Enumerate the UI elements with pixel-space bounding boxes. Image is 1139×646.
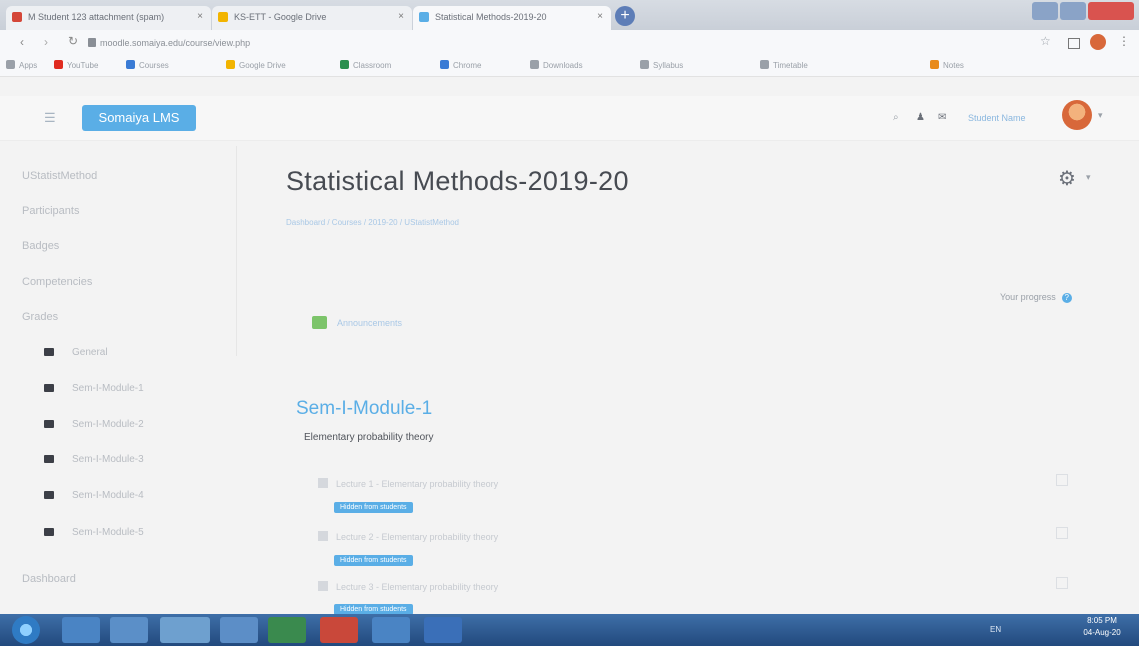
nav-dashboard[interactable]: Dashboard bbox=[22, 573, 76, 585]
completion-checkbox[interactable] bbox=[1056, 577, 1068, 589]
bookmark-item[interactable]: Chrome bbox=[440, 60, 481, 70]
page-title: Statistical Methods-2019-20 bbox=[286, 166, 629, 196]
close-icon[interactable]: × bbox=[398, 6, 404, 28]
tab-label: M Student 123 attachment (spam) bbox=[28, 12, 165, 22]
gmail-icon bbox=[12, 12, 22, 22]
clock[interactable]: 8:05 PM 04-Aug-20 bbox=[1072, 615, 1132, 639]
word-icon[interactable] bbox=[424, 617, 462, 643]
lock-icon bbox=[88, 38, 96, 47]
user-name[interactable]: Student Name bbox=[968, 113, 1026, 123]
nav-course-shortname[interactable]: UStatistMethod bbox=[22, 170, 97, 182]
bookmark-item[interactable]: Downloads bbox=[530, 60, 583, 70]
bookmarks-bar: Apps YouTube Courses Google Drive Classr… bbox=[0, 56, 1139, 77]
browser-tab-active[interactable]: Statistical Methods-2019-20 × bbox=[413, 6, 611, 30]
nav-grades[interactable]: Grades bbox=[22, 311, 58, 323]
folder-icon bbox=[44, 420, 54, 428]
close-window-button[interactable] bbox=[1088, 2, 1134, 20]
folder-icon bbox=[44, 528, 54, 536]
completion-checkbox[interactable] bbox=[1056, 527, 1068, 539]
section-title[interactable]: Sem-I-Module-1 bbox=[296, 398, 432, 420]
excel-icon[interactable] bbox=[268, 617, 306, 643]
file-icon bbox=[318, 531, 328, 541]
progress-label: Your progress? bbox=[1000, 292, 1072, 303]
file-icon bbox=[318, 478, 328, 488]
folder-icon bbox=[44, 491, 54, 499]
messages-icon[interactable]: ✉ bbox=[938, 112, 946, 123]
gear-icon[interactable]: ⚙ bbox=[1058, 166, 1076, 191]
lms-favicon-icon bbox=[419, 12, 429, 22]
nav-folder-module[interactable]: Sem-I-Module-2 bbox=[44, 419, 144, 430]
chevron-down-icon[interactable]: ▾ bbox=[1086, 172, 1091, 183]
nav-folder-module[interactable]: Sem-I-Module-4 bbox=[44, 490, 144, 501]
menu-icon[interactable]: ☰ bbox=[44, 110, 56, 126]
powerpoint-icon[interactable] bbox=[320, 617, 358, 643]
nav-folder-module[interactable]: Sem-I-Module-1 bbox=[44, 383, 144, 394]
new-tab-button[interactable]: + bbox=[615, 6, 635, 26]
folder-icon bbox=[44, 455, 54, 463]
forward-icon[interactable]: › bbox=[44, 35, 48, 49]
tab-label: KS-ETT - Google Drive bbox=[234, 12, 327, 22]
browser-tab[interactable]: M Student 123 attachment (spam) × bbox=[6, 6, 211, 30]
activity-link[interactable]: Lecture 2 - Elementary probability theor… bbox=[318, 531, 498, 542]
media-player-icon[interactable] bbox=[110, 617, 148, 643]
completion-checkbox[interactable] bbox=[1056, 474, 1068, 486]
close-icon[interactable]: × bbox=[197, 6, 203, 28]
browser-tab[interactable]: KS-ETT - Google Drive × bbox=[212, 6, 412, 30]
bookmark-item[interactable]: Google Drive bbox=[226, 60, 286, 70]
activity-link[interactable]: Lecture 1 - Elementary probability theor… bbox=[318, 478, 498, 489]
status-badge: Hidden from students bbox=[334, 502, 413, 513]
nav-folder-general[interactable]: General bbox=[44, 347, 108, 358]
notification-icon[interactable]: ♟ bbox=[916, 112, 925, 123]
status-badge: Hidden from students bbox=[334, 555, 413, 566]
tab-label: Statistical Methods-2019-20 bbox=[435, 12, 547, 22]
nav-badges[interactable]: Badges bbox=[22, 240, 59, 252]
zoom-icon[interactable] bbox=[372, 617, 410, 643]
nav-folder-module[interactable]: Sem-I-Module-5 bbox=[44, 527, 144, 538]
avatar[interactable] bbox=[1062, 100, 1092, 130]
cast-icon[interactable] bbox=[1068, 38, 1080, 49]
folder-icon bbox=[44, 348, 54, 356]
bookmark-item[interactable]: Apps bbox=[6, 60, 37, 70]
file-icon bbox=[318, 581, 328, 591]
bookmark-item[interactable]: Timetable bbox=[760, 60, 808, 70]
minimize-button[interactable] bbox=[1032, 2, 1058, 20]
folder-icon bbox=[44, 384, 54, 392]
forum-icon bbox=[312, 316, 327, 329]
close-icon[interactable]: × bbox=[597, 6, 603, 28]
bookmark-item[interactable]: Classroom bbox=[340, 60, 391, 70]
breadcrumb[interactable]: Dashboard / Courses / 2019-20 / UStatist… bbox=[286, 218, 459, 227]
back-icon[interactable]: ‹ bbox=[20, 35, 24, 49]
search-icon[interactable]: ⌕ bbox=[893, 112, 899, 123]
ie-icon[interactable] bbox=[62, 617, 100, 643]
announcements-link[interactable]: Announcements bbox=[312, 316, 402, 329]
drive-icon bbox=[218, 12, 228, 22]
explorer-icon[interactable] bbox=[160, 617, 210, 643]
system-tray[interactable]: EN bbox=[870, 618, 1070, 642]
reload-icon[interactable]: ↻ bbox=[68, 34, 78, 48]
bookmark-item[interactable]: Syllabus bbox=[640, 60, 683, 70]
more-icon[interactable]: ⋮ bbox=[1118, 34, 1130, 48]
maximize-button[interactable] bbox=[1060, 2, 1086, 20]
address-input[interactable]: moodle.somaiya.edu/course/view.php bbox=[100, 34, 1000, 52]
bookmark-item[interactable]: YouTube bbox=[54, 60, 98, 70]
nav-competencies[interactable]: Competencies bbox=[22, 276, 92, 288]
star-icon[interactable]: ☆ bbox=[1040, 34, 1051, 48]
chrome-icon[interactable] bbox=[220, 617, 258, 643]
bookmark-item[interactable]: Notes bbox=[930, 60, 964, 70]
start-button[interactable] bbox=[12, 616, 40, 644]
profile-avatar-icon[interactable] bbox=[1090, 34, 1106, 50]
brand-logo[interactable]: Somaiya LMS bbox=[82, 105, 196, 131]
window-controls bbox=[1028, 0, 1139, 22]
bookmark-item[interactable]: Courses bbox=[126, 60, 169, 70]
section-summary: Elementary probability theory bbox=[304, 432, 434, 443]
help-icon[interactable]: ? bbox=[1061, 293, 1072, 303]
nav-participants[interactable]: Participants bbox=[22, 205, 79, 217]
divider bbox=[236, 146, 237, 356]
activity-link[interactable]: Lecture 3 - Elementary probability theor… bbox=[318, 581, 498, 592]
nav-folder-module[interactable]: Sem-I-Module-3 bbox=[44, 454, 144, 465]
chevron-down-icon[interactable]: ▾ bbox=[1098, 110, 1103, 121]
